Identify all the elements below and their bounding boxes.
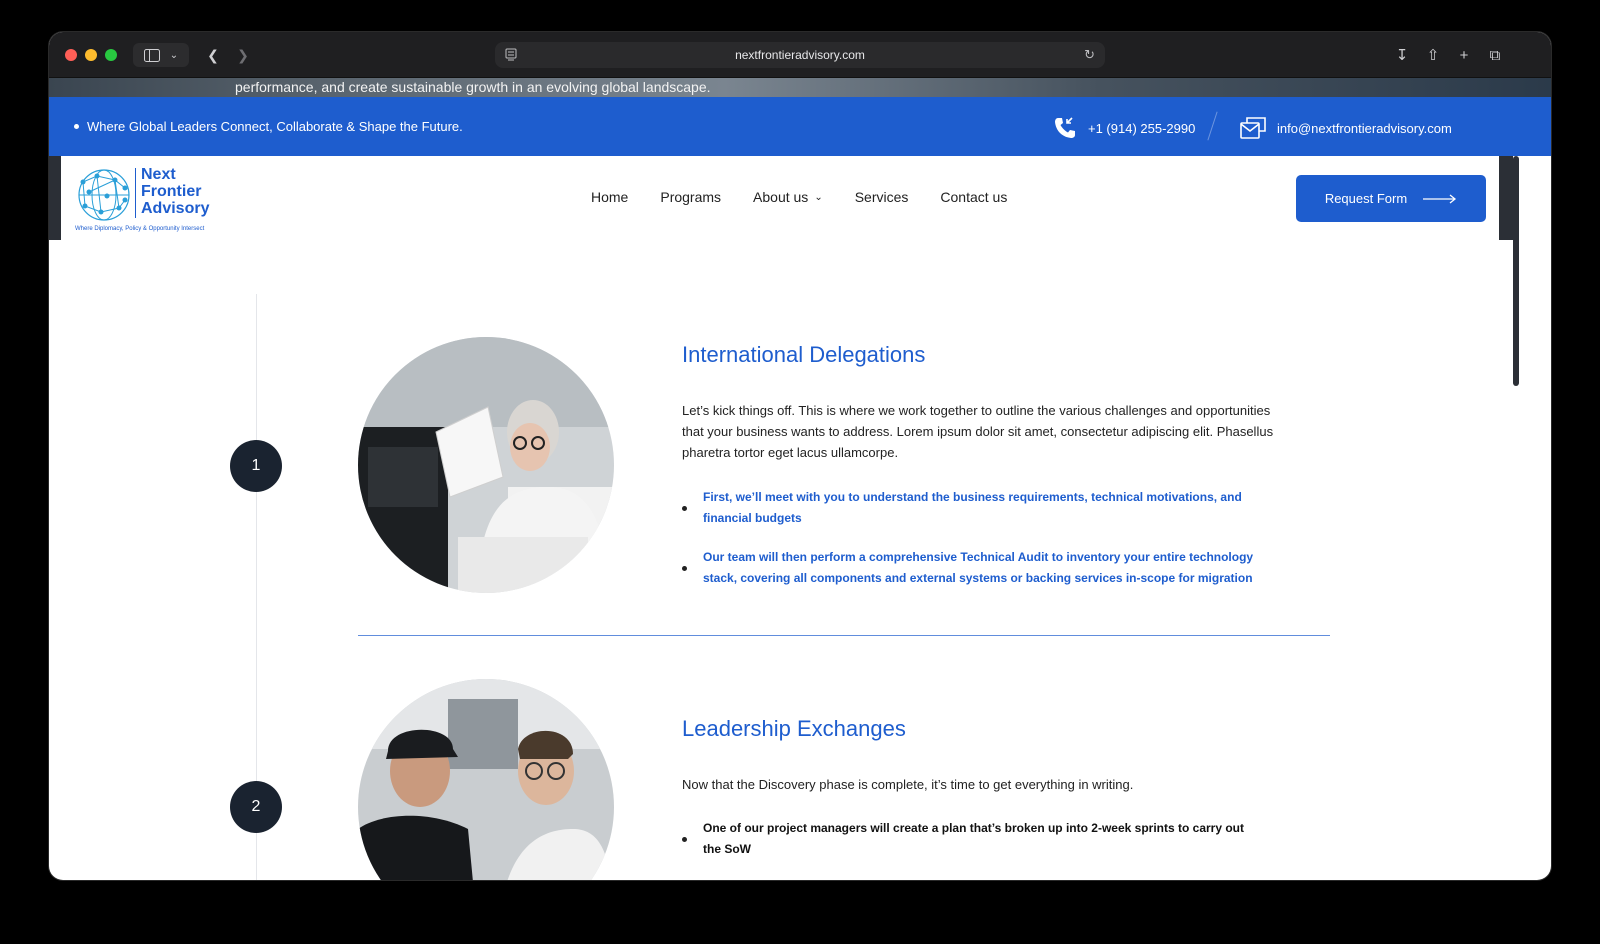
site-logo[interactable]: Next Frontier Advisory Where Diplomacy, …	[75, 164, 225, 234]
phone-number: +1 (914) 255-2990	[1088, 120, 1196, 136]
step-bullet-list: First, we’ll meet with you to understand…	[682, 487, 1262, 607]
step-bullet-list: One of our project managers will create …	[682, 818, 1262, 878]
globe-network-icon	[78, 169, 130, 221]
step-title: International Delegations	[682, 342, 926, 367]
nav-item-programs[interactable]: Programs	[660, 189, 721, 205]
logo-line-3: Advisory	[141, 200, 210, 217]
woman-reading-photo	[358, 337, 614, 593]
logo-tagline: Where Diplomacy, Policy & Opportunity In…	[75, 226, 205, 232]
logo-line-1: Next	[141, 166, 176, 183]
step-number-badge: 1	[230, 440, 282, 492]
step-title: Leadership Exchanges	[682, 716, 906, 741]
phone-link[interactable]: +1 (914) 255-2990	[1052, 115, 1195, 141]
step-1-photo	[358, 337, 614, 593]
nav-menu: Home Programs About us ⌄ Services Contact…	[591, 189, 1007, 205]
nav-item-label: Contact us	[940, 189, 1008, 205]
browser-window: ⌄ ❮ ❯ nextfrontieradvisory.com ↻ ↧ ⇧ + ⧉…	[49, 32, 1551, 880]
share-button[interactable]: ⇧	[1421, 43, 1445, 67]
nav-item-label: About us	[753, 189, 809, 205]
new-tab-button[interactable]: +	[1452, 43, 1476, 67]
nav-item-about-us[interactable]: About us ⌄	[753, 189, 823, 205]
chevron-left-icon: ❮	[207, 46, 219, 63]
maximize-window-button[interactable]	[105, 49, 117, 61]
nav-edge-left	[49, 156, 61, 240]
logo-divider	[135, 168, 136, 218]
nav-item-contact-us[interactable]: Contact us	[940, 189, 1007, 205]
step-number-badge: 2	[230, 781, 282, 833]
close-window-button[interactable]	[65, 49, 77, 61]
chevron-down-icon: ⌄	[169, 49, 179, 61]
hero-text: performance, and create sustainable grow…	[235, 79, 711, 95]
nav-item-label: Services	[854, 189, 909, 205]
mail-icon	[1240, 117, 1266, 139]
chevron-down-icon: ⌄	[814, 191, 823, 203]
share-icon: ⇧	[1426, 47, 1440, 64]
page-menu-icon	[505, 48, 517, 61]
download-icon: ↧	[1395, 47, 1409, 64]
page-scrollbar[interactable]	[1513, 156, 1519, 386]
two-men-working-photo	[358, 679, 614, 880]
request-form-button[interactable]: Request Form	[1296, 175, 1486, 222]
section-divider	[358, 635, 1330, 636]
forward-button[interactable]: ❯	[229, 43, 257, 67]
divider	[1207, 111, 1218, 141]
minimize-window-button[interactable]	[85, 49, 97, 61]
url-text: nextfrontieradvisory.com	[735, 48, 865, 62]
info-bar: Where Global Leaders Connect, Collaborat…	[49, 97, 1551, 156]
list-item: First, we’ll meet with you to understand…	[682, 487, 1262, 529]
list-item: One of our project managers will create …	[682, 818, 1262, 860]
tagline-text: Where Global Leaders Connect, Collaborat…	[87, 119, 463, 134]
step-2-photo	[358, 679, 614, 880]
nav-item-home[interactable]: Home	[591, 189, 628, 205]
request-form-label: Request Form	[1324, 191, 1408, 206]
downloads-button[interactable]: ↧	[1390, 43, 1414, 67]
sidebar-icon	[143, 48, 160, 62]
logo-wordmark: Next Frontier Advisory	[141, 166, 209, 217]
step-description: Now that the Discovery phase is complete…	[682, 777, 1134, 792]
email-address: info@nextfrontieradvisory.com	[1277, 120, 1452, 136]
nav-item-services[interactable]: Services	[855, 189, 909, 205]
chevron-right-icon: ❯	[237, 46, 249, 63]
list-item: Our team will then perform a comprehensi…	[682, 547, 1262, 589]
tab-overview-button[interactable]: ⧉	[1483, 43, 1507, 67]
back-button[interactable]: ❮	[199, 43, 227, 67]
arrow-right-icon	[1423, 193, 1457, 204]
tabs-icon: ⧉	[1489, 46, 1501, 64]
logo-line-2: Frontier	[141, 183, 202, 200]
bullet-icon	[74, 124, 79, 129]
nav-item-label: Programs	[660, 189, 722, 205]
phone-icon	[1055, 117, 1075, 138]
email-link[interactable]: info@nextfrontieradvisory.com	[1239, 115, 1452, 141]
tagline: Where Global Leaders Connect, Collaborat…	[74, 119, 463, 134]
browser-toolbar: ⌄ ❮ ❯ nextfrontieradvisory.com ↻ ↧ ⇧ + ⧉	[49, 32, 1551, 78]
address-bar[interactable]: nextfrontieradvisory.com ↻	[495, 42, 1105, 68]
step-description: Let’s kick things off. This is where we …	[682, 403, 1274, 460]
nav-item-label: Home	[591, 189, 629, 205]
main-nav: Next Frontier Advisory Where Diplomacy, …	[61, 156, 1499, 240]
plus-icon: +	[1459, 46, 1469, 64]
reload-icon[interactable]: ↻	[1084, 47, 1095, 63]
nav-edge-right	[1499, 156, 1513, 240]
sidebar-toggle-button[interactable]: ⌄	[133, 43, 189, 67]
